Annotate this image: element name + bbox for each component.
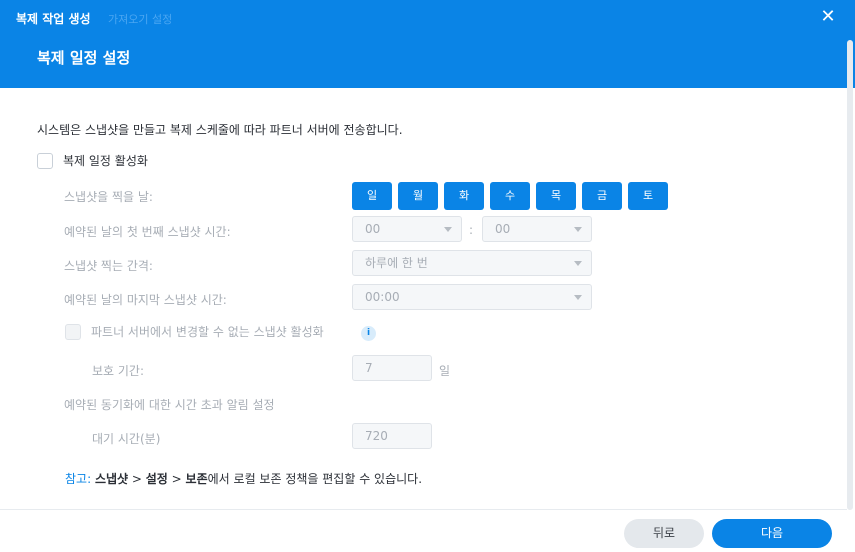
day-button-tue[interactable]: 화 (444, 182, 484, 210)
day-button-mon[interactable]: 월 (398, 182, 438, 210)
chevron-down-icon (574, 261, 582, 266)
next-button[interactable]: 다음 (712, 519, 832, 548)
wait-label: 대기 시간(분) (92, 432, 161, 446)
step-title: 복제 일정 설정 (37, 49, 131, 67)
interval-value: 하루에 한 번 (365, 256, 428, 270)
first-minute-select[interactable]: 00 (482, 216, 592, 242)
immutable-snapshot-checkbox[interactable] (65, 323, 81, 340)
note-settings: 설정 (145, 472, 168, 486)
last-time-label: 예약된 날의 마지막 스냅샷 시간: (64, 293, 227, 307)
enable-schedule-checkbox[interactable] (37, 152, 53, 169)
description: 시스템은 스냅샷을 만들고 복제 스케줄에 따라 파트너 서버에 전송합니다. (37, 123, 403, 137)
interval-select[interactable]: 하루에 한 번 (352, 250, 592, 276)
day-button-sun[interactable]: 일 (352, 182, 392, 210)
chevron-down-icon (574, 295, 582, 300)
dialog-title: 복제 작업 생성 (16, 12, 91, 26)
protection-label: 보호 기간: (92, 364, 145, 378)
last-time-select[interactable]: 00:00 (352, 284, 592, 310)
wait-input[interactable]: 720 (352, 423, 432, 449)
note-suffix: 에서 로컬 보존 정책을 편집할 수 있습니다. (207, 472, 423, 486)
dialog-subtitle: 가져오기 설정 (108, 13, 173, 26)
chevron-down-icon (444, 227, 452, 232)
note-sep-2: > (167, 472, 186, 486)
footer-divider (0, 509, 847, 510)
chevron-down-icon (574, 227, 582, 232)
note-text: 참고: 스냅샷 > 설정 > 보존에서 로컬 보존 정책을 편집할 수 있습니다… (65, 470, 422, 487)
enable-schedule-label: 복제 일정 활성화 (63, 154, 148, 168)
dialog-body: 시스템은 스냅샷을 만들고 복제 스케줄에 따라 파트너 서버에 전송합니다. … (0, 88, 847, 508)
note-snapshot: 스냅샷 (94, 472, 129, 486)
time-separator: : (469, 223, 474, 237)
interval-label: 스냅샷 찍는 간격: (64, 259, 153, 273)
first-hour-value: 00 (365, 222, 381, 236)
snapshot-days-label: 스냅샷을 찍을 날: (64, 190, 153, 204)
first-time-label: 예약된 날의 첫 번째 스냅샷 시간: (64, 225, 231, 239)
note-sep-1: > (128, 472, 146, 486)
info-icon[interactable]: i (361, 326, 376, 341)
protection-input[interactable]: 7 (352, 355, 432, 381)
day-button-wed[interactable]: 수 (490, 182, 530, 210)
note-retention: 보존 (185, 472, 208, 486)
scrollbar[interactable] (847, 40, 853, 510)
back-button[interactable]: 뒤로 (624, 519, 704, 548)
close-icon[interactable]: ✕ (819, 8, 837, 26)
day-button-thu[interactable]: 목 (536, 182, 576, 210)
first-hour-select[interactable]: 00 (352, 216, 462, 242)
immutable-snapshot-label: 파트너 서버에서 변경할 수 없는 스냅샷 활성화 (91, 325, 324, 339)
day-button-fri[interactable]: 금 (582, 182, 622, 210)
timeout-label: 예약된 동기화에 대한 시간 초과 알림 설정 (64, 398, 275, 412)
dialog-header: 복제 작업 생성 가져오기 설정 복제 일정 설정 ✕ (0, 0, 855, 88)
protection-unit: 일 (439, 364, 451, 378)
immutable-snapshot-row[interactable]: 파트너 서버에서 변경할 수 없는 스냅샷 활성화 (65, 323, 324, 340)
first-minute-value: 00 (495, 222, 511, 236)
note-prefix: 참고: (65, 472, 92, 486)
last-time-value: 00:00 (365, 290, 400, 304)
enable-schedule-row[interactable]: 복제 일정 활성화 (37, 152, 148, 169)
day-button-sat[interactable]: 토 (628, 182, 668, 210)
